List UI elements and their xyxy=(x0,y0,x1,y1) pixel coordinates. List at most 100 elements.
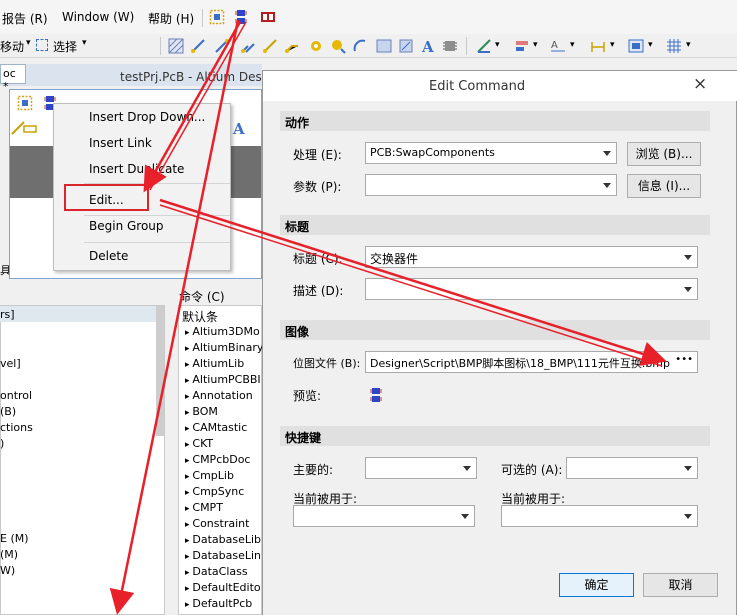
more-icon[interactable]: ••• xyxy=(675,354,693,365)
current-used-combo-2[interactable] xyxy=(501,505,698,527)
param-combo[interactable] xyxy=(365,174,617,196)
caption-label: 标题 (C): xyxy=(293,252,343,266)
chevron-down-icon xyxy=(684,287,692,292)
menu-item-insert-drop-down[interactable]: Insert Drop Down... xyxy=(89,110,205,124)
command-list-item[interactable]: ▸ CAMtastic xyxy=(185,421,247,434)
fill-icon[interactable] xyxy=(376,38,392,54)
command-list-item[interactable]: ▸ BOM xyxy=(185,405,218,418)
room-icon[interactable] xyxy=(628,38,644,54)
text-icon[interactable]: A xyxy=(420,38,436,56)
menubar: 报告 (R) Window (W) 帮助 (H) xyxy=(0,0,737,34)
dimension-icon[interactable] xyxy=(590,38,606,54)
chevron-down-icon: ▾ xyxy=(570,40,575,50)
command-list-item[interactable]: ▸ CMPT xyxy=(185,501,223,514)
align-icon[interactable] xyxy=(514,38,530,54)
command-list-item[interactable]: ▸ CmpLib xyxy=(185,469,234,482)
select-icon xyxy=(36,39,48,51)
dialog-title: Edit Command xyxy=(429,79,526,94)
toolbar-divider xyxy=(466,37,467,55)
list-item[interactable]: (M) xyxy=(0,548,18,561)
process-label: 处理 (E): xyxy=(293,148,342,162)
command-list-item[interactable]: ▸ Altium3DMo xyxy=(185,325,260,338)
list-item[interactable]: ctions xyxy=(0,421,33,434)
route-any-icon[interactable] xyxy=(284,38,300,54)
description-combo[interactable] xyxy=(365,278,698,300)
command-list-item[interactable]: ▸ AltiumLib xyxy=(185,357,244,370)
document-tab[interactable]: oc * xyxy=(0,64,26,93)
command-list-item[interactable]: ▸ CKT xyxy=(185,437,213,450)
chevron-down-icon: ▾ xyxy=(533,40,538,50)
chevron-down-icon: ▾ xyxy=(610,40,615,50)
menu-help[interactable]: 帮助 (H) xyxy=(148,10,194,27)
pin-icon xyxy=(22,121,38,137)
bitmap-path-field[interactable]: Designer\Script\BMP脚本图标\18_BMP\111元件互换.b… xyxy=(365,351,698,373)
dashed-select-icon[interactable] xyxy=(17,95,33,111)
select-menu[interactable]: 选择 xyxy=(53,38,77,55)
command-list-item[interactable]: ▸ AltiumBinary xyxy=(185,341,263,354)
menu-item-begin-group[interactable]: Begin Group xyxy=(89,219,164,233)
route-track-icon[interactable] xyxy=(190,38,206,54)
ok-button[interactable]: 确定 xyxy=(559,573,634,597)
process-combo[interactable]: PCB:SwapComponents xyxy=(365,142,617,164)
interactive-route-icon[interactable] xyxy=(262,38,278,54)
pad-icon[interactable] xyxy=(308,38,324,54)
chevron-down-icon: ▾ xyxy=(648,40,653,50)
command-list-item[interactable]: ▸ DefaultEdito xyxy=(185,581,261,594)
chevron-down-icon xyxy=(684,466,692,471)
component-icon[interactable] xyxy=(442,38,458,54)
list-item[interactable]: ) xyxy=(0,437,4,450)
bitmap-path-value: Designer\Script\BMP脚本图标\18_BMP\111元件互换.b… xyxy=(370,357,671,370)
primary-label: 主要的: xyxy=(293,463,334,477)
menu-item-insert-duplicate[interactable]: Insert Duplicate xyxy=(89,162,184,176)
alternative-shortcut-combo[interactable] xyxy=(566,457,698,479)
cancel-button[interactable]: 取消 xyxy=(643,573,718,597)
list-item[interactable]: W) xyxy=(0,564,15,577)
list-item[interactable]: (B) xyxy=(0,405,16,418)
close-icon[interactable]: × xyxy=(693,74,707,94)
region-icon[interactable] xyxy=(398,38,414,54)
command-list-item[interactable]: ▸ DataClass xyxy=(185,565,248,578)
command-list-item[interactable]: ▸ DefaultPcb xyxy=(185,597,252,610)
menu-window[interactable]: Window (W) xyxy=(62,10,134,24)
swap-components-icon[interactable] xyxy=(233,9,249,25)
book-icon[interactable] xyxy=(260,9,276,25)
current-used-combo-1[interactable] xyxy=(293,505,475,527)
command-list-item[interactable]: ▸ CmpSync xyxy=(185,485,244,498)
list-item[interactable]: ontrol xyxy=(0,389,32,402)
route-multi-icon[interactable] xyxy=(240,38,256,54)
command-list-item[interactable]: ▸ CMPcbDoc xyxy=(185,453,250,466)
command-list-item[interactable]: ▸ AltiumPCBBI xyxy=(185,373,261,386)
command-list-item[interactable]: ▸ DatabaseLib xyxy=(185,533,261,546)
chevron-down-icon xyxy=(603,183,611,188)
preview-label: 预览: xyxy=(293,389,322,403)
swap-components-icon xyxy=(368,387,384,403)
command-list-item[interactable]: ▸ Annotation xyxy=(185,389,253,402)
hatch-fill-icon[interactable] xyxy=(168,38,184,54)
primary-shortcut-combo[interactable] xyxy=(365,457,477,479)
menu-item-insert-link[interactable]: Insert Link xyxy=(89,136,152,150)
via-icon[interactable] xyxy=(330,38,346,54)
text-align-icon[interactable]: A xyxy=(550,38,566,54)
menu-divider xyxy=(202,9,203,27)
command-list-item[interactable]: ▸ DatabaseLin xyxy=(185,549,261,562)
list-item[interactable]: vel] xyxy=(0,357,21,370)
commands-label: 命令 (C) xyxy=(179,290,225,304)
menu-report[interactable]: 报告 (R) xyxy=(2,10,48,27)
list-item[interactable]: rs] xyxy=(0,308,15,321)
command-list-item[interactable]: ▸ Constraint xyxy=(185,517,249,530)
command-list-item-label: DataClass xyxy=(192,565,248,578)
measure-icon[interactable] xyxy=(476,38,492,54)
browse-button[interactable]: 浏览 (B)... xyxy=(627,142,701,166)
scrollbar-thumb[interactable] xyxy=(156,306,164,436)
menu-item-delete[interactable]: Delete xyxy=(89,249,128,263)
dashed-select-icon[interactable] xyxy=(209,9,225,25)
move-menu[interactable]: 移动 xyxy=(0,38,24,55)
route-diff-icon[interactable] xyxy=(214,38,230,54)
list-item[interactable]: E (M) xyxy=(0,532,29,545)
info-button[interactable]: 信息 (I)... xyxy=(627,174,701,198)
grid-icon[interactable] xyxy=(666,38,682,54)
caption-combo[interactable]: 交换器件 xyxy=(365,246,698,268)
category-list[interactable] xyxy=(0,305,165,615)
arc-icon[interactable] xyxy=(352,38,368,54)
section-caption: 标题 xyxy=(280,215,710,235)
